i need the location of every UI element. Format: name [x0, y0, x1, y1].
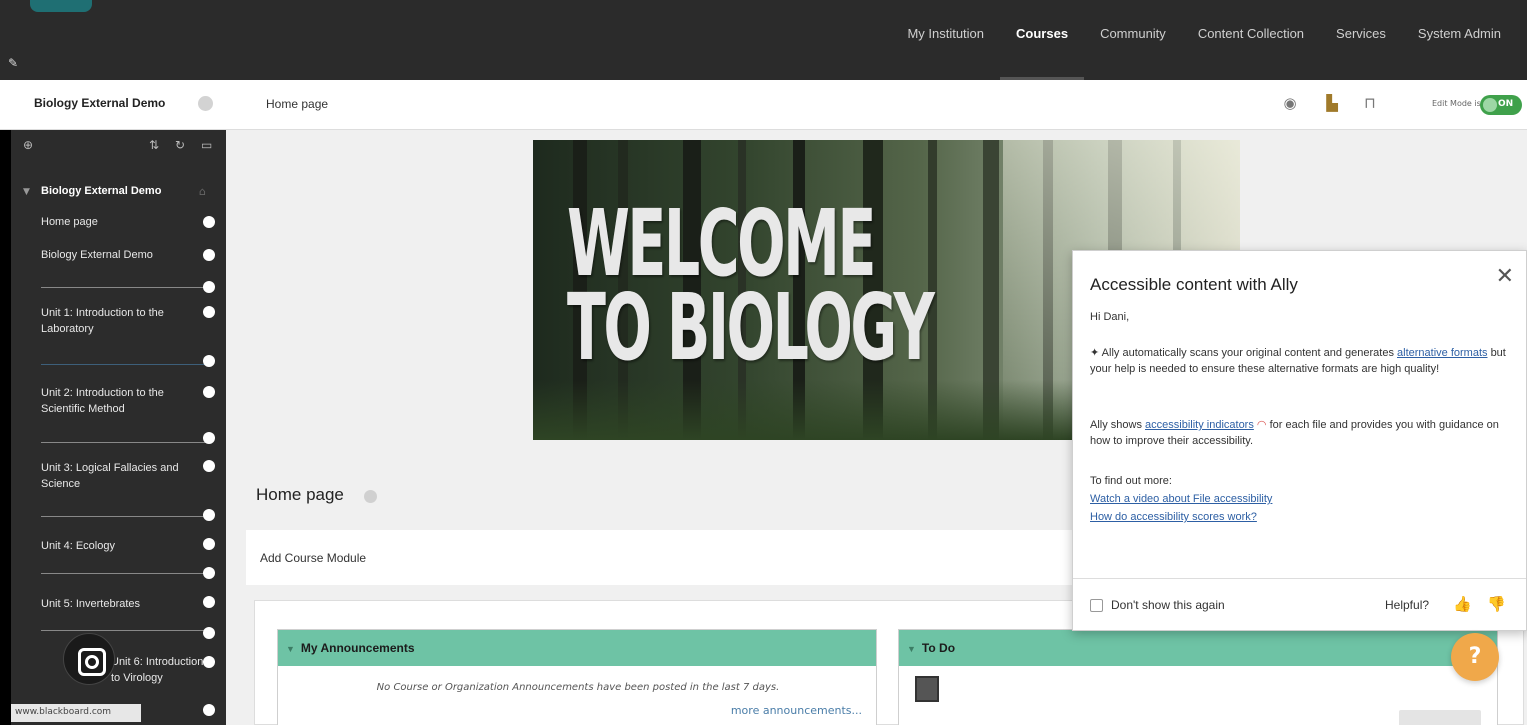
main-nav: My Institution Courses Community Content…: [891, 0, 1517, 80]
edit-mode-label: Edit Mode is:: [1432, 99, 1484, 108]
menu-item-options-icon[interactable]: [203, 216, 215, 228]
breadcrumb-course-title[interactable]: Biology External Demo: [34, 96, 165, 110]
course-menu-sidebar: ⊕ ⇅ ↻ ▭ ▼ Biology External Demo ⌂ Home p…: [11, 130, 226, 725]
announcements-empty-text: No Course or Organization Announcements …: [376, 682, 780, 693]
menu-item-options-icon[interactable]: [203, 460, 215, 472]
sidebar-item-unit-1[interactable]: Unit 1: Introduction to the Laboratory: [41, 305, 206, 337]
sidebar-item-home-page[interactable]: Home page: [41, 214, 206, 230]
ally-paragraph-indicators: Ally shows accessibility indicators ◠ fo…: [1090, 419, 1499, 447]
menu-item-options-icon[interactable]: [203, 538, 215, 550]
ally-greeting: Hi Dani,: [1090, 311, 1130, 323]
nav-my-institution[interactable]: My Institution: [891, 0, 1000, 80]
close-icon[interactable]: ✕: [1496, 263, 1514, 289]
breadcrumb-bar: Biology External Demo Home page ◉ ▙ ⊓ Ed…: [0, 80, 1527, 130]
page-title: Home page: [256, 485, 344, 504]
top-navigation-bar: ✎ My Institution Courses Community Conte…: [0, 0, 1527, 80]
eye-icon[interactable]: ◉: [1280, 94, 1300, 114]
nav-community[interactable]: Community: [1084, 0, 1182, 80]
reorder-icon[interactable]: ⇅: [149, 138, 159, 152]
lens-icon[interactable]: [63, 633, 115, 685]
pencil-icon[interactable]: ✎: [8, 56, 18, 70]
lock-icon[interactable]: ⊓: [1360, 94, 1380, 114]
add-menu-item-icon[interactable]: ⊕: [23, 138, 33, 152]
sidebar-divider: [41, 442, 211, 443]
nav-system-admin[interactable]: System Admin: [1402, 0, 1517, 80]
todo-action-button[interactable]: [1399, 710, 1481, 725]
accessibility-indicators-link[interactable]: accessibility indicators: [1145, 419, 1254, 431]
ally-report-icon[interactable]: ▙: [1322, 94, 1342, 114]
menu-item-options-icon[interactable]: [203, 656, 215, 668]
sidebar-item-unit-4[interactable]: Unit 4: Ecology: [41, 538, 206, 554]
sidebar-divider: [41, 287, 211, 288]
home-icon: ⌂: [199, 185, 206, 198]
edit-mode-toggle[interactable]: ON: [1480, 95, 1522, 115]
menu-item-options-icon[interactable]: [203, 596, 215, 608]
nav-courses[interactable]: Courses: [1000, 0, 1085, 80]
menu-item-options-icon[interactable]: [203, 704, 215, 716]
status-url: www.blackboard.com: [11, 704, 141, 722]
sidebar-divider: [41, 573, 211, 574]
todo-module: ▼ To Do: [898, 629, 1498, 725]
question-icon[interactable]: ?: [1451, 633, 1499, 681]
sidebar-item-unit-5[interactable]: Unit 5: Invertebrates: [41, 596, 206, 612]
sidebar-divider: [41, 516, 211, 517]
dont-show-label[interactable]: Don't show this again: [1111, 598, 1225, 612]
nav-services[interactable]: Services: [1320, 0, 1402, 80]
ally-dialog: Accessible content with Ally ✕ Hi Dani, …: [1072, 250, 1527, 631]
menu-item-options-icon[interactable]: [203, 509, 215, 521]
collapse-caret-icon[interactable]: ▼: [286, 644, 295, 654]
sidebar-course-title[interactable]: Biology External Demo: [41, 185, 161, 197]
sidebar-item-unit-3[interactable]: Unit 3: Logical Fallacies and Science: [41, 460, 206, 492]
menu-item-options-icon[interactable]: [203, 281, 215, 293]
nav-content-collection[interactable]: Content Collection: [1182, 0, 1320, 80]
thumbs-up-icon[interactable]: 👍: [1453, 595, 1472, 613]
thumbs-down-icon[interactable]: 👎: [1487, 595, 1506, 613]
sidebar-item-unit-2[interactable]: Unit 2: Introduction to the Scientific M…: [41, 385, 206, 417]
page-options-icon[interactable]: [364, 490, 377, 503]
course-options-icon[interactable]: [198, 96, 213, 111]
collapse-arrow-icon[interactable]: ▼: [23, 187, 30, 197]
alternative-formats-link[interactable]: alternative formats: [1397, 347, 1487, 359]
more-announcements-link[interactable]: more announcements...: [731, 704, 862, 717]
todo-header[interactable]: ▼ To Do: [899, 630, 1497, 666]
menu-item-options-icon[interactable]: [203, 249, 215, 261]
add-course-module-button[interactable]: Add Course Module: [260, 551, 366, 565]
announcements-header[interactable]: ▼ My Announcements: [278, 630, 876, 666]
folder-view-icon[interactable]: ▭: [201, 138, 212, 152]
refresh-icon[interactable]: ↻: [175, 138, 185, 152]
menu-item-options-icon[interactable]: [203, 627, 215, 639]
menu-item-options-icon[interactable]: [203, 355, 215, 367]
helpful-label: Helpful?: [1385, 598, 1430, 612]
announcements-module: ▼ My Announcements No Course or Organizat…: [277, 629, 877, 725]
institution-logo[interactable]: [30, 0, 92, 12]
breadcrumb-current-page: Home page: [266, 97, 329, 111]
menu-item-options-icon[interactable]: [203, 432, 215, 444]
watch-video-link[interactable]: Watch a video about File accessibility: [1090, 491, 1510, 507]
menu-item-options-icon[interactable]: [203, 386, 215, 398]
ally-find-out: To find out more:: [1090, 475, 1172, 487]
avatar: [915, 676, 939, 702]
gauge-icon: ◠: [1256, 419, 1270, 431]
ally-dialog-title: Accessible content with Ally: [1090, 275, 1298, 294]
dont-show-checkbox[interactable]: [1090, 599, 1103, 612]
ally-wand-icon: ✦: [1090, 347, 1102, 359]
ally-dialog-footer: Don't show this again Helpful? 👍 👎: [1073, 578, 1526, 631]
banner-heading: WELCOME TO BIOLOGY: [567, 190, 935, 381]
sidebar-item-biology-external-demo[interactable]: Biology External Demo: [41, 247, 206, 263]
menu-item-options-icon[interactable]: [203, 306, 215, 318]
collapse-caret-icon[interactable]: ▼: [907, 644, 916, 654]
ally-paragraph-formats: ✦ Ally automatically scans your original…: [1090, 347, 1506, 375]
sidebar-divider: [41, 364, 211, 365]
menu-item-options-icon[interactable]: [203, 567, 215, 579]
sidebar-divider: [41, 630, 211, 631]
scores-info-link[interactable]: How do accessibility scores work?: [1090, 509, 1510, 525]
course-menu-toolbar: ⊕ ⇅ ↻ ▭: [11, 130, 226, 160]
